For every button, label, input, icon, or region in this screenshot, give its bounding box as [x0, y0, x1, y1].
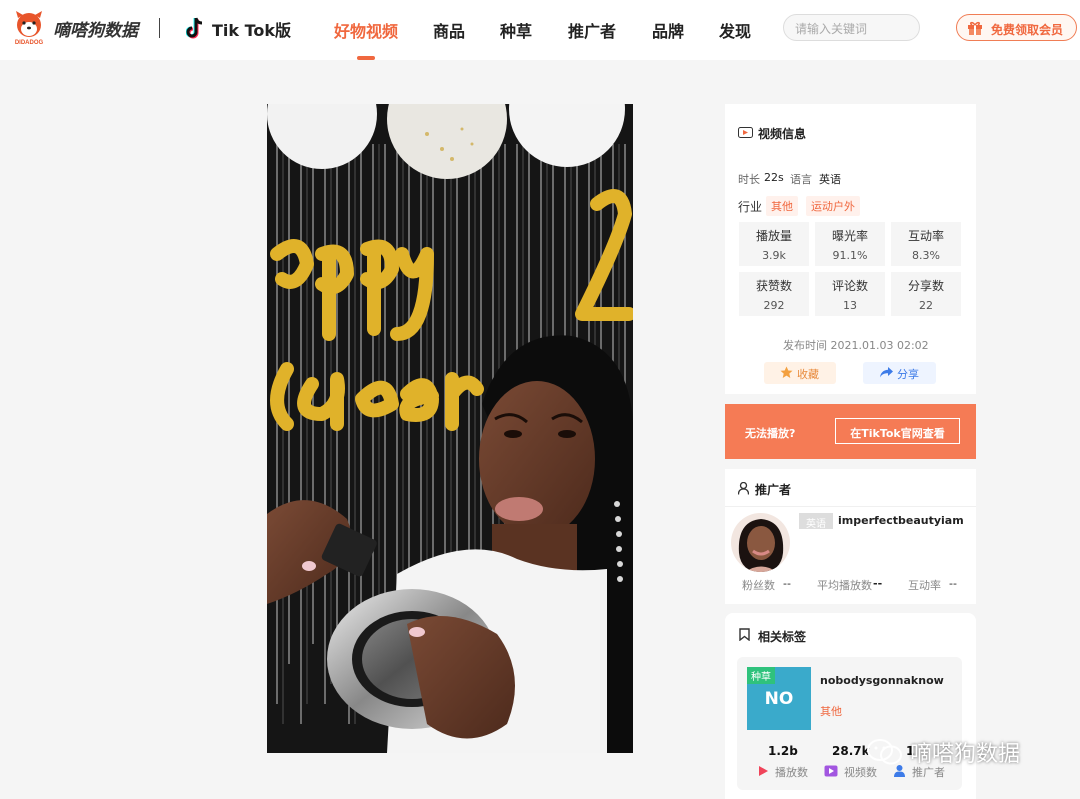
share-label: 分享 [897, 368, 919, 381]
interaction-label: 互动率 [908, 579, 941, 592]
stat-label: 曝光率 [831, 229, 868, 243]
industry-tag[interactable]: 其他 [766, 196, 798, 216]
tag-plays-label: 播放数 [775, 766, 808, 779]
promoter-name[interactable]: imperfectbeautyiam [838, 514, 964, 527]
view-on-tiktok-button[interactable]: 在TikTok官网查看 [835, 418, 960, 444]
industry-label: 行业 [738, 200, 763, 214]
publish-time: 发布时间 2021.01.03 02:02 [783, 339, 929, 352]
svg-text:DIDADOG: DIDADOG [15, 40, 44, 46]
video-icon [738, 127, 753, 138]
stat-label: 评论数 [831, 279, 868, 293]
stat-value: 8.3% [912, 249, 940, 262]
bookmark-icon [739, 628, 750, 641]
interaction-value: -- [949, 577, 957, 590]
unplayable-question: 无法播放? [745, 427, 796, 440]
watermark-text: 嘀嗒狗数据 [910, 742, 1021, 767]
avg-play-label: 平均播放数 [817, 579, 872, 592]
unplayable-bar: 无法播放? 在TikTok官网查看 [725, 404, 976, 459]
duration-value: 22s [764, 171, 784, 184]
stat-value: 3.9k [762, 249, 786, 262]
dog-logo-icon[interactable]: DIDADOG [12, 10, 46, 46]
tag-kind-badge: 种草 [747, 667, 775, 684]
search-input[interactable]: 请输入关键词 [783, 14, 920, 41]
tag-videos-value: 28.7k [832, 744, 870, 758]
brand-name[interactable]: 嘀嗒狗数据 [53, 16, 138, 41]
favorite-button[interactable]: 收藏 [764, 362, 836, 384]
nav-active-indicator [357, 56, 375, 60]
user-icon [738, 482, 749, 495]
related-tags-title: 相关标签 [758, 630, 807, 644]
tag-videos-label: 视频数 [844, 766, 877, 779]
tiktok-icon [186, 17, 203, 39]
fans-value: -- [783, 577, 791, 590]
fans-label: 粉丝数 [742, 579, 775, 592]
stat-likes: 获赞数 292 [739, 272, 809, 316]
nav-discover[interactable]: 发现 [719, 18, 751, 42]
video-player[interactable] [267, 104, 633, 753]
language-value: 英语 [819, 173, 841, 186]
nav-promoters[interactable]: 推广者 [568, 18, 616, 42]
video-count-icon [824, 765, 838, 777]
stat-exposure: 曝光率 91.1% [815, 222, 885, 266]
gift-icon [968, 21, 982, 35]
nav-good-videos[interactable]: 好物视频 [334, 18, 398, 42]
free-vip-button[interactable]: 免费领取会员 [956, 14, 1077, 41]
stat-shares: 分享数 22 [891, 272, 961, 316]
industry-tag[interactable]: 运动户外 [806, 196, 860, 216]
tag-category: 其他 [820, 705, 842, 718]
header-divider [159, 18, 160, 38]
tag-name[interactable]: nobodysgonnaknow [820, 674, 944, 687]
star-icon [780, 366, 793, 378]
top-header: DIDADOG 嘀嗒狗数据 Tik Tok版 好物视频 商品 种草 推广者 品牌… [0, 0, 1080, 60]
share-button[interactable]: 分享 [863, 362, 936, 384]
stat-value: 91.1% [832, 249, 868, 262]
video-frame [267, 104, 633, 753]
avatar[interactable] [731, 513, 790, 572]
play-icon [759, 766, 768, 776]
promoter-title: 推广者 [755, 483, 792, 497]
stat-label: 互动率 [907, 229, 944, 243]
avatar-image [731, 513, 790, 572]
nav-brands[interactable]: 品牌 [652, 18, 684, 42]
nav-products[interactable]: 商品 [433, 18, 465, 42]
stat-value: 22 [919, 299, 933, 312]
stat-label: 获赞数 [755, 279, 792, 293]
platform-label: Tik Tok版 [212, 21, 292, 40]
language-badge: 英语 [799, 513, 833, 530]
stat-value: 292 [763, 299, 785, 312]
stat-label: 分享数 [907, 279, 944, 293]
nav-seeding[interactable]: 种草 [500, 18, 532, 42]
divider [725, 506, 976, 507]
video-info-title: 视频信息 [758, 127, 807, 141]
avg-play-value: -- [873, 577, 883, 590]
stat-label: 播放量 [755, 229, 792, 243]
vip-label: 免费领取会员 [991, 23, 1064, 37]
favorite-label: 收藏 [797, 368, 819, 381]
language-label: 语言 [790, 173, 812, 186]
tag-thumbnail[interactable]: 种草 NO [747, 667, 811, 730]
stat-interaction: 互动率 8.3% [891, 222, 961, 266]
tag-plays-value: 1.2b [768, 744, 798, 758]
stat-comments: 评论数 13 [815, 272, 885, 316]
wechat-icon [867, 739, 902, 765]
share-arrow-icon [880, 367, 893, 378]
stat-value: 13 [843, 299, 857, 312]
tag-thumb-text: NO [764, 689, 794, 709]
stat-plays: 播放量 3.9k [739, 222, 809, 266]
duration-label: 时长 [738, 173, 760, 186]
